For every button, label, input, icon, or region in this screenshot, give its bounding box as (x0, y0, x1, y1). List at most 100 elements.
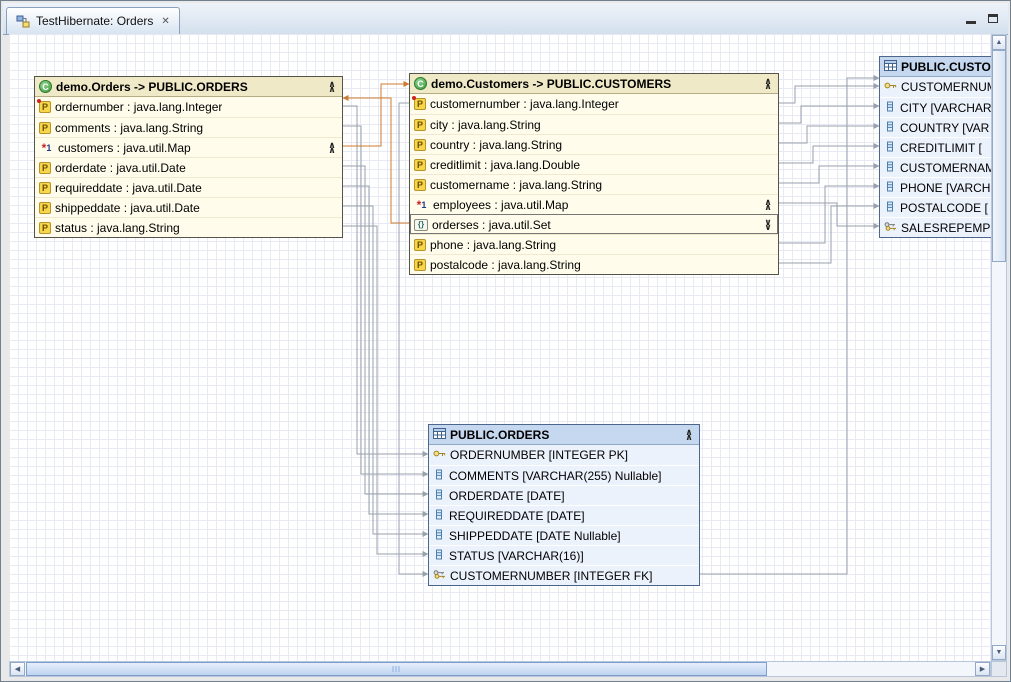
id-property-icon: P (39, 101, 51, 113)
collapse-icon[interactable]: ∧∧ (762, 79, 774, 89)
maximize-icon[interactable] (988, 14, 998, 23)
column-row[interactable]: SHIPPEDDATE [DATE Nullable] (429, 525, 699, 545)
property-icon: P (39, 182, 51, 194)
field-row[interactable]: Pcity : java.lang.String (410, 114, 778, 134)
box-header[interactable]: C demo.Customers -> PUBLIC.CUSTOMERS ∧∧ (410, 74, 778, 94)
box-title: demo.Customers -> PUBLIC.CUSTOMERS (431, 77, 671, 91)
collapse-icon[interactable]: ∧∧ (326, 143, 338, 153)
column-row[interactable]: CITY [VARCHAR (880, 97, 991, 117)
field-row[interactable]: Pphone : java.lang.String (410, 234, 778, 254)
field-label: customername : java.lang.String (430, 178, 602, 192)
column-label: ORDERNUMBER [INTEGER PK] (450, 448, 628, 462)
field-row[interactable]: *1 employees : java.util.Map ∧∧ (410, 194, 778, 214)
field-row[interactable]: Pcountry : java.lang.String (410, 134, 778, 154)
property-icon: P (39, 122, 51, 134)
connection-line[interactable] (779, 186, 879, 243)
connection-line[interactable] (779, 203, 879, 226)
column-label: COUNTRY [VAR (900, 121, 989, 135)
association-line[interactable] (343, 98, 409, 223)
column-row[interactable]: CUSTOMERNAM (880, 157, 991, 177)
field-row[interactable]: Pcustomername : java.lang.String (410, 174, 778, 194)
collapse-icon[interactable]: ∧∧ (326, 82, 338, 92)
editor-tab[interactable]: TestHibernate: Orders ✕ (6, 7, 180, 34)
scroll-down-icon[interactable]: ▼ (992, 645, 1006, 660)
column-row[interactable]: COMMENTS [VARCHAR(255) Nullable] (429, 465, 699, 485)
column-row[interactable]: STATUS [VARCHAR(16)] (429, 545, 699, 565)
association-line[interactable] (343, 84, 409, 146)
field-row[interactable]: *1customers : java.util.Map∧∧ (35, 137, 342, 157)
scroll-left-icon[interactable]: ◀ (10, 662, 25, 676)
minimize-icon[interactable] (966, 12, 976, 24)
diagram-canvas[interactable]: C demo.Orders -> PUBLIC.ORDERS ∧∧ Porder… (9, 34, 991, 661)
column-icon (884, 121, 896, 135)
field-label: customers : java.util.Map (58, 141, 191, 155)
column-row[interactable]: PHONE [VARCH (880, 177, 991, 197)
field-row[interactable]: Prequireddate : java.util.Date (35, 177, 342, 197)
view-toolbar (966, 12, 998, 24)
field-label: employees : java.util.Map (433, 198, 568, 212)
expand-icon[interactable]: ∨∨ (762, 220, 774, 230)
column-label: CUSTOMERNAM (900, 161, 991, 175)
collapse-icon[interactable]: ∧∧ (762, 200, 774, 210)
table-box-customers[interactable]: PUBLIC.CUSTOMERS CUSTOMERNUMBER [INTEG C… (879, 56, 991, 238)
primary-key-icon (433, 448, 446, 462)
field-row[interactable]: Pstatus : java.lang.String (35, 217, 342, 237)
column-icon (884, 141, 896, 155)
table-box-orders[interactable]: PUBLIC.ORDERS ∧∧ ORDERNUMBER [INTEGER PK… (428, 424, 700, 586)
box-title: PUBLIC.CUSTOMERS (901, 60, 991, 74)
column-row[interactable]: REQUIREDDATE [DATE] (429, 505, 699, 525)
vertical-scrollbar[interactable]: ▲ ▼ (991, 34, 1007, 661)
column-icon (433, 489, 445, 503)
field-row[interactable]: Ppostalcode : java.lang.String (410, 254, 778, 274)
column-row[interactable]: CUSTOMERNUMBER [INTEGER FK] (429, 565, 699, 585)
foreign-key-icon (884, 221, 897, 235)
column-row[interactable]: ORDERNUMBER [INTEGER PK] (429, 445, 699, 465)
field-label: city : java.lang.String (430, 118, 541, 132)
field-row[interactable]: Pcustomernumber : java.lang.Integer (410, 94, 778, 114)
scroll-up-icon[interactable]: ▲ (992, 35, 1006, 50)
field-row[interactable]: Pordernumber : java.lang.Integer (35, 97, 342, 117)
column-label: SALESREPEMP (901, 221, 990, 235)
connection-line[interactable] (779, 146, 879, 163)
connection-line[interactable] (779, 206, 879, 263)
column-icon (433, 469, 445, 483)
table-header[interactable]: PUBLIC.ORDERS ∧∧ (429, 425, 699, 445)
class-box-orders[interactable]: C demo.Orders -> PUBLIC.ORDERS ∧∧ Porder… (34, 76, 343, 238)
class-box-customers[interactable]: C demo.Customers -> PUBLIC.CUSTOMERS ∧∧ … (409, 73, 779, 275)
table-header[interactable]: PUBLIC.CUSTOMERS (880, 57, 991, 77)
close-icon[interactable]: ✕ (159, 16, 169, 27)
field-row-orderses[interactable]: {} orderses : java.util.Set ∨∨ (410, 214, 778, 234)
scroll-right-icon[interactable]: ▶ (975, 662, 990, 676)
many-to-one-icon: *1 (414, 199, 429, 211)
column-label: REQUIREDDATE [DATE] (449, 509, 585, 523)
horizontal-scrollbar[interactable]: ◀ ▶ (9, 661, 991, 677)
column-row[interactable]: POSTALCODE [ (880, 197, 991, 217)
table-icon (433, 428, 446, 442)
column-row[interactable]: COUNTRY [VAR (880, 117, 991, 137)
hibernate-diagram-icon (16, 15, 30, 28)
field-label: status : java.lang.String (55, 221, 180, 235)
connection-line[interactable] (779, 106, 879, 123)
column-row[interactable]: CUSTOMERNUMBER [INTEG (880, 77, 991, 97)
column-icon (433, 509, 445, 523)
property-icon: P (414, 159, 426, 171)
collection-icon: {} (414, 219, 428, 231)
class-icon: C (414, 77, 427, 90)
field-row[interactable]: Pcomments : java.lang.String (35, 117, 342, 137)
column-icon (433, 529, 445, 543)
column-row[interactable]: SALESREPEMP (880, 217, 991, 237)
field-row[interactable]: Pcreditlimit : java.lang.Double (410, 154, 778, 174)
field-row[interactable]: Porderdate : java.util.Date (35, 157, 342, 177)
connection-line[interactable] (779, 166, 879, 183)
collapse-icon[interactable]: ∧∧ (683, 430, 695, 440)
vertical-scrollbar-thumb[interactable] (992, 50, 1006, 262)
connection-line[interactable] (779, 126, 879, 143)
connection-line[interactable] (343, 226, 428, 554)
field-row[interactable]: Pshippeddate : java.util.Date (35, 197, 342, 217)
field-label: orderses : java.util.Set (432, 218, 551, 232)
box-header[interactable]: C demo.Orders -> PUBLIC.ORDERS ∧∧ (35, 77, 342, 97)
column-row[interactable]: ORDERDATE [DATE] (429, 485, 699, 505)
connection-line[interactable] (779, 86, 879, 103)
column-row[interactable]: CREDITLIMIT [ (880, 137, 991, 157)
horizontal-scrollbar-thumb[interactable] (26, 662, 767, 676)
